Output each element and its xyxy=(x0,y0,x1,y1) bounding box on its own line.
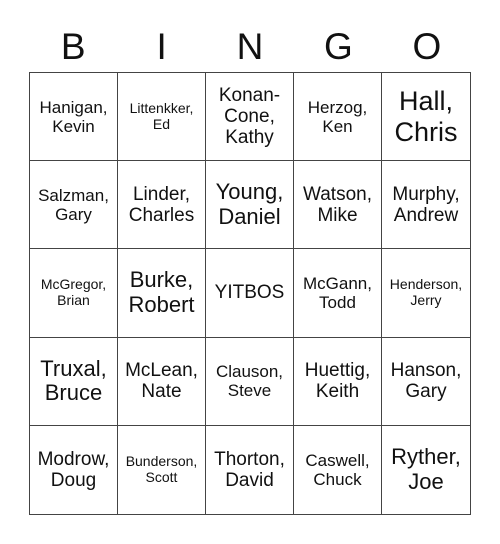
bingo-cell[interactable]: Bunderson, Scott xyxy=(118,425,206,514)
cell-text: Bunderson, Scott xyxy=(125,453,198,485)
cell-text: Burke, Robert xyxy=(128,267,195,317)
cell-text: Littenkker, Ed xyxy=(129,99,194,132)
header-letter-o: O xyxy=(412,26,442,67)
cell-text: Ryther, Joe xyxy=(391,444,461,494)
bingo-cell[interactable]: Ryther, Joe xyxy=(382,426,470,514)
header-letter-i: I xyxy=(156,26,167,67)
cell-text: McLean, Nate xyxy=(125,359,198,403)
cell-text: McGann, Todd xyxy=(303,273,372,312)
cell-text: McGregor, Brian xyxy=(40,276,107,308)
bingo-cell[interactable]: Konan- Cone, Kathy xyxy=(206,73,294,162)
bingo-cell[interactable]: Truxal, Bruce xyxy=(30,337,118,426)
bingo-cell[interactable]: Thorton, David xyxy=(206,425,294,514)
bingo-cell[interactable]: Salzman, Gary xyxy=(30,161,118,250)
bingo-cell[interactable]: Young, Daniel xyxy=(206,161,294,250)
header-letter-n: N xyxy=(236,26,264,67)
cell-text: Konan- Cone, Kathy xyxy=(218,84,281,149)
bingo-cell[interactable]: McGann, Todd xyxy=(294,249,382,338)
bingo-cell[interactable]: Caswell, Chuck xyxy=(294,425,382,514)
bingo-cell[interactable]: Herzog, Ken xyxy=(294,73,382,162)
cell-text: Caswell, Chuck xyxy=(305,450,370,489)
cell-text: Hanson, Gary xyxy=(390,359,462,403)
bingo-cell[interactable]: Linder, Charles xyxy=(118,161,206,250)
cell-text: Huettig, Keith xyxy=(304,359,371,403)
header-letter-g: G xyxy=(324,26,353,67)
bingo-header: B I N G O xyxy=(29,22,471,72)
cell-text: Henderson, Jerry xyxy=(389,276,463,308)
cell-text: Clauson, Steve xyxy=(215,362,284,401)
cell-text: Murphy, Andrew xyxy=(392,183,460,226)
cell-text: Hanigan, Kevin xyxy=(39,97,108,136)
cell-text: Thorton, David xyxy=(214,448,285,491)
cell-text: Hall, Chris xyxy=(394,86,458,147)
bingo-cell[interactable]: Watson, Mike xyxy=(294,161,382,250)
cell-text: Modrow, Doug xyxy=(37,448,110,491)
bingo-cell[interactable]: McLean, Nate xyxy=(118,337,206,426)
cell-text: Young, Daniel xyxy=(215,179,284,229)
bingo-cell[interactable]: Modrow, Doug xyxy=(30,425,118,514)
bingo-cell[interactable]: Littenkker, Ed xyxy=(118,73,206,162)
cell-text: YITBOS xyxy=(214,282,285,304)
bingo-cell[interactable]: Henderson, Jerry xyxy=(382,249,470,338)
bingo-cell[interactable]: Huettig, Keith xyxy=(294,337,382,426)
free-space-cell[interactable]: YITBOS xyxy=(206,249,294,338)
bingo-cell[interactable]: Burke, Robert xyxy=(118,249,206,338)
header-letter-b: B xyxy=(60,26,86,67)
bingo-card-grid: Hanigan, Kevin Littenkker, Ed Konan- Con… xyxy=(29,72,471,515)
bingo-cell[interactable]: Hall, Chris xyxy=(382,73,470,162)
bingo-cell[interactable]: Hanigan, Kevin xyxy=(30,73,118,162)
cell-text: Watson, Mike xyxy=(303,183,372,226)
bingo-cell[interactable]: Murphy, Andrew xyxy=(382,161,470,250)
cell-text: Herzog, Ken xyxy=(307,97,368,136)
bingo-cell[interactable]: Clauson, Steve xyxy=(206,337,294,426)
bingo-cell[interactable]: Hanson, Gary xyxy=(382,338,470,426)
cell-text: Salzman, Gary xyxy=(38,185,109,224)
cell-text: Linder, Charles xyxy=(128,183,195,226)
bingo-cell[interactable]: McGregor, Brian xyxy=(30,249,118,338)
cell-text: Truxal, Bruce xyxy=(40,355,107,406)
